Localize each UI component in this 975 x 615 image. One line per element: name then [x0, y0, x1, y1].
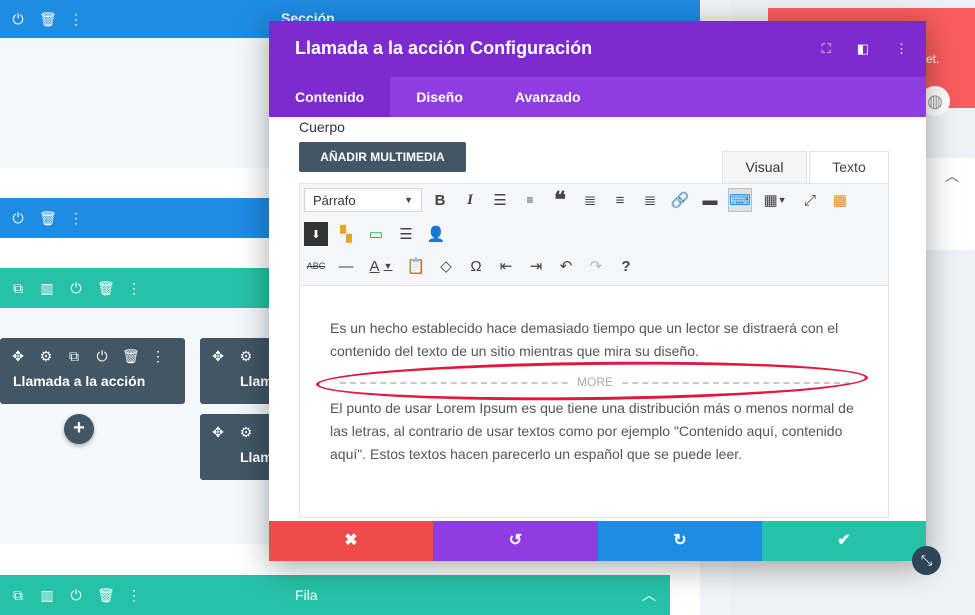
more-tag-label: MORE	[569, 373, 621, 391]
redo-button[interactable]: ↻	[598, 521, 762, 561]
red-card-text: et.	[926, 52, 940, 66]
gear-icon[interactable]: ⚙	[38, 348, 54, 365]
save-button[interactable]: ✔	[762, 521, 926, 561]
modal-header: Llamada a la acción Configuración ⛶ ◧ ⋮	[269, 21, 926, 77]
bold-icon[interactable]: B	[428, 188, 452, 212]
add-module-button[interactable]: +	[64, 414, 94, 444]
power-icon[interactable]: ⏻	[68, 281, 84, 295]
special-char-icon[interactable]: Ω	[464, 254, 488, 278]
lines-icon[interactable]: ☰	[394, 222, 418, 246]
undo-icon[interactable]: ↶	[554, 254, 578, 278]
duplicate-icon[interactable]: ⧉	[10, 281, 26, 295]
clear-format-icon[interactable]: ◇	[434, 254, 458, 278]
align-center-icon[interactable]: ≡	[608, 188, 632, 212]
power-icon[interactable]: ⏻	[94, 348, 110, 365]
toggle-icon[interactable]: ▭	[364, 222, 388, 246]
trash-icon[interactable]: 🗑	[39, 211, 57, 225]
text-color-icon[interactable]: A ▼	[364, 254, 398, 278]
outdent-icon[interactable]: ⇤	[494, 254, 518, 278]
columns-icon[interactable]: ▥	[39, 281, 55, 295]
trash-icon[interactable]: 🗑	[39, 12, 57, 26]
expand-icon[interactable]: ⛶	[822, 41, 831, 57]
tab-design[interactable]: Diseño	[390, 77, 489, 117]
download-icon[interactable]: ⬇	[304, 222, 328, 246]
module-call-to-action-3[interactable]: ✥ ⚙ Llam	[200, 414, 280, 480]
horizontal-line-icon[interactable]: ―	[334, 254, 358, 278]
help-icon[interactable]: ?	[614, 254, 638, 278]
module-call-to-action[interactable]: ✥ ⚙ ⧉ ⏻ 🗑 ⋮ Llamada a la acción	[0, 338, 185, 404]
align-left-icon[interactable]: ≣	[578, 188, 602, 212]
power-icon[interactable]: ⏻	[10, 211, 26, 225]
format-select[interactable]: Párrafo ▼	[304, 188, 422, 212]
power-icon[interactable]: ⏻	[10, 12, 26, 26]
editor-tab-text[interactable]: Texto	[809, 151, 889, 184]
gear-icon[interactable]: ⚙	[238, 424, 254, 441]
calendar-add-icon[interactable]: ▦	[828, 188, 852, 212]
more-tag[interactable]: MORE	[340, 373, 850, 391]
more-icon[interactable]: ⋮	[68, 211, 84, 225]
table-icon[interactable]: ▦ ▼	[758, 188, 792, 212]
more-icon[interactable]: ⋮	[68, 12, 84, 26]
power-icon[interactable]: ⏻	[68, 588, 84, 602]
fullscreen-icon[interactable]: ⤢	[798, 188, 822, 212]
link-icon[interactable]: 🔗	[668, 188, 692, 212]
modal-title: Llamada a la acción Configuración	[295, 38, 593, 58]
redo-icon[interactable]: ↷	[584, 254, 608, 278]
duplicate-icon[interactable]: ⧉	[66, 348, 82, 365]
gear-icon[interactable]: ⚙	[238, 348, 254, 365]
trash-icon[interactable]: 🗑	[97, 281, 115, 295]
body-field-label: Cuerpo	[299, 119, 345, 135]
more-icon[interactable]: ⋮	[126, 281, 142, 295]
more-icon[interactable]: ⋮	[126, 588, 142, 602]
tab-advanced[interactable]: Avanzado	[489, 77, 607, 117]
bullet-list-icon[interactable]: ☰	[488, 188, 512, 212]
duplicate-icon[interactable]: ⧉	[10, 588, 26, 602]
columns-icon[interactable]: ▥	[39, 588, 55, 602]
keyboard-icon[interactable]: ⌨	[728, 188, 752, 212]
format-select-value: Párrafo	[313, 192, 356, 208]
resize-handle-icon[interactable]: ⤡	[912, 546, 941, 575]
align-right-icon[interactable]: ≣	[638, 188, 662, 212]
more-icon[interactable]: ⋮	[150, 348, 166, 365]
trash-icon[interactable]: 🗑	[97, 588, 115, 602]
editor-content[interactable]: Es un hecho establecido hace demasiado t…	[300, 287, 888, 517]
rich-text-editor: Párrafo ▼ B I ☰ ≡ ❝ ≣ ≡ ≣ 🔗 ▬ ⌨ ▦ ▼ ⤢ ▦ ⬇	[299, 183, 889, 518]
module-label: Llam	[240, 373, 273, 389]
chevron-up-icon[interactable]: ︿	[945, 166, 959, 186]
move-icon[interactable]: ✥	[210, 424, 226, 441]
read-more-icon[interactable]: ▬	[698, 188, 722, 212]
paragraph-2: El punto de usar Lorem Ipsum es que tien…	[330, 400, 854, 462]
add-media-button[interactable]: AÑADIR MULTIMEDIA	[299, 142, 466, 172]
trash-icon[interactable]: 🗑	[122, 348, 140, 365]
editor-toolbar: Párrafo ▼ B I ☰ ≡ ❝ ≣ ≡ ≣ 🔗 ▬ ⌨ ▦ ▼ ⤢ ▦ ⬇	[300, 184, 888, 286]
cancel-button[interactable]: ✖	[269, 521, 433, 561]
module-label: Llam	[240, 449, 273, 465]
sidebar-icon[interactable]: ◧	[857, 41, 869, 57]
numbered-list-icon[interactable]: ≡	[518, 188, 542, 212]
chevron-up-icon[interactable]: ︿	[642, 585, 656, 605]
color-blocks-icon[interactable]: ▚	[334, 222, 358, 246]
more-icon[interactable]: ⋮	[895, 41, 908, 57]
undo-button[interactable]: ↺	[433, 521, 598, 561]
paste-text-icon[interactable]: 📋	[404, 254, 428, 278]
move-icon[interactable]: ✥	[10, 348, 26, 365]
modal-tabs: Contenido Diseño Avanzado	[269, 77, 926, 117]
blockquote-icon[interactable]: ❝	[548, 187, 572, 212]
tab-content[interactable]: Contenido	[269, 77, 391, 117]
indent-icon[interactable]: ⇥	[524, 254, 548, 278]
caret-down-icon: ▼	[404, 195, 413, 205]
row-title: Fila	[295, 587, 318, 603]
paragraph-1: Es un hecho establecido hace demasiado t…	[330, 320, 839, 359]
strikethrough-icon[interactable]: ABC	[304, 254, 328, 278]
settings-modal: Llamada a la acción Configuración ⛶ ◧ ⋮ …	[269, 21, 926, 561]
italic-icon[interactable]: I	[458, 188, 482, 212]
row-bar-fila[interactable]: ⧉ ▥ ⏻ 🗑 ⋮ Fila ︿	[0, 575, 670, 615]
move-icon[interactable]: ✥	[210, 348, 226, 365]
editor-tab-visual[interactable]: Visual	[722, 151, 807, 184]
user-icon[interactable]: 👤	[424, 222, 448, 246]
module-call-to-action-2[interactable]: ✥ ⚙ Llam	[200, 338, 280, 404]
module-label: Llamada a la acción	[13, 373, 146, 389]
